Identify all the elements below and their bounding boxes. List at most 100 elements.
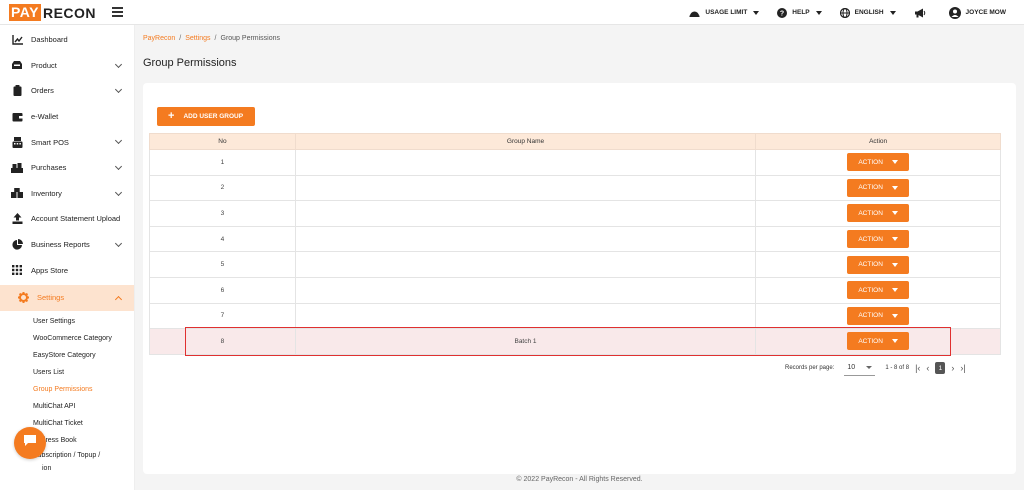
hamburger-menu-icon[interactable] [112, 7, 123, 17]
language-dropdown[interactable]: ENGLISH [839, 7, 896, 18]
table-row: 1 ACTION [149, 149, 1001, 176]
group-permissions-card: + ADD USER GROUP No Group Name Action 1 … [143, 83, 1016, 474]
chevron-down-icon [891, 262, 898, 267]
last-page-icon[interactable]: ›| [960, 363, 965, 373]
chevron-down-icon [891, 237, 898, 242]
pos-icon [11, 136, 23, 148]
action-dropdown-button[interactable]: ACTION [847, 204, 910, 223]
settings-sub-multichat-api[interactable]: MultiChat API [0, 398, 134, 415]
records-per-page-label: Records per page: [785, 365, 835, 371]
chevron-down-icon [891, 160, 898, 165]
settings-sub-easystore-category[interactable]: EasyStore Category [0, 347, 134, 364]
top-bar: PAY RECON USAGE LIMIT ? HELP ENGLISH JOY… [0, 0, 1024, 25]
table-header-row: No Group Name Action [149, 133, 1001, 150]
breadcrumb: PayRecon / Settings / Group Permissions [143, 35, 280, 42]
clipboard-icon [11, 85, 23, 97]
chevron-down-icon [866, 366, 873, 369]
chevron-down-icon [114, 162, 123, 171]
live-chat-button[interactable] [14, 427, 46, 459]
cell-no: 6 [149, 276, 296, 304]
cell-no: 4 [149, 225, 296, 253]
first-page-icon[interactable]: |‹ [915, 363, 920, 373]
previous-page-icon[interactable]: ‹ [926, 363, 929, 373]
settings-sub-users-list[interactable]: Users List [0, 364, 134, 381]
action-dropdown-button[interactable]: ACTION [847, 332, 910, 351]
action-dropdown-button[interactable]: ACTION [847, 153, 910, 172]
sidebar-item-product[interactable]: Product [0, 53, 134, 79]
sidebar-item-orders[interactable]: Orders [0, 78, 134, 104]
sidebar-item-business-reports[interactable]: Business Reports [0, 232, 134, 258]
wallet-icon [11, 111, 23, 123]
table-row: 7 ACTION [149, 302, 1001, 330]
sidebar-item-label: Purchases [31, 163, 67, 173]
cell-group-name [294, 174, 757, 202]
sidebar-item-apps-store[interactable]: Apps Store [0, 257, 134, 283]
pagination: Records per page: 10 1 - 8 of 8 |‹ ‹ 1 ›… [785, 360, 966, 376]
chevron-down-icon [891, 339, 898, 344]
action-dropdown-button[interactable]: ACTION [847, 306, 910, 325]
action-dropdown-button[interactable]: ACTION [847, 178, 910, 197]
boxes-icon [11, 187, 23, 199]
action-label: ACTION [858, 286, 883, 294]
svg-text:?: ? [780, 10, 784, 17]
sidebar-item-dashboard[interactable]: Dashboard [0, 27, 134, 53]
groups-table: No Group Name Action 1 ACTION 2 ACTION 3… [149, 133, 1001, 355]
sidebar-item-label: Inventory [31, 188, 62, 198]
sidebar-item-label: Account Statement Upload [31, 214, 121, 224]
current-page-button[interactable]: 1 [935, 362, 946, 374]
usage-limit-label: USAGE LIMIT [705, 9, 748, 16]
settings-sub-user-settings[interactable]: User Settings [0, 313, 134, 330]
table-row-selected: 8 Batch 1 ACTION [149, 328, 1001, 355]
cell-action: ACTION [755, 302, 1001, 330]
sidebar-item-label: Settings [37, 293, 65, 303]
sidebar-item-label: Product [31, 60, 57, 70]
action-label: ACTION [858, 235, 883, 243]
cell-group-name [294, 302, 757, 330]
sidebar-item-inventory[interactable]: Inventory [0, 181, 134, 207]
sidebar-item-settings[interactable]: Settings [0, 284, 134, 311]
chevron-down-icon [891, 313, 898, 318]
next-page-icon[interactable]: › [951, 363, 954, 373]
cart-icon [11, 162, 23, 174]
add-user-group-label: ADD USER GROUP [183, 113, 244, 120]
breadcrumb-current: Group Permissions [220, 35, 281, 42]
table-row: 3 ACTION [149, 200, 1001, 227]
sidebar: Dashboard Product Orders e-Wallet Smart … [0, 25, 135, 490]
table-row: 4 ACTION [149, 225, 1001, 253]
upload-icon [11, 213, 23, 225]
breadcrumb-parent[interactable]: Settings [185, 35, 210, 42]
settings-sub-subscription-cont[interactable]: ion [0, 463, 134, 475]
add-user-group-button[interactable]: + ADD USER GROUP [157, 107, 255, 126]
cell-no: 7 [149, 302, 296, 330]
sidebar-item-purchases[interactable]: Purchases [0, 155, 134, 181]
speedometer-icon [689, 8, 700, 17]
records-per-page-value: 10 [847, 364, 856, 371]
user-menu[interactable]: JOYCE MOW [948, 6, 1006, 19]
breadcrumb-root[interactable]: PayRecon [143, 35, 175, 42]
action-dropdown-button[interactable]: ACTION [847, 281, 910, 300]
action-dropdown-button[interactable]: ACTION [847, 255, 910, 274]
top-right-menu: USAGE LIMIT ? HELP ENGLISH JOYCE MOW [671, 0, 1006, 25]
help-label: HELP [792, 9, 810, 16]
sidebar-item-smart-pos[interactable]: Smart POS [0, 129, 134, 155]
sidebar-item-account-statement-upload[interactable]: Account Statement Upload [0, 206, 134, 232]
footer-copyright: © 2022 PayRecon - All Rights Reserved. [516, 476, 643, 483]
header-no: No [149, 133, 296, 150]
action-dropdown-button[interactable]: ACTION [847, 230, 910, 249]
action-label: ACTION [858, 209, 883, 217]
action-label: ACTION [858, 158, 883, 166]
chevron-down-icon [114, 188, 123, 196]
cell-group-name: Batch 1 [294, 328, 757, 355]
records-per-page-select[interactable]: 10 [844, 360, 876, 376]
gear-icon [17, 292, 29, 304]
announcement-button[interactable] [914, 8, 931, 18]
chat-bubble-icon [23, 434, 37, 452]
settings-sub-group-permissions[interactable]: Group Permissions [0, 381, 134, 398]
payrecon-logo[interactable]: PAY RECON [9, 4, 96, 21]
cell-action: ACTION [755, 174, 1001, 202]
settings-sub-woocommerce-category[interactable]: WooCommerce Category [0, 330, 134, 347]
usage-limit-dropdown[interactable]: USAGE LIMIT [689, 8, 760, 17]
chevron-down-icon [114, 60, 123, 68]
sidebar-item-ewallet[interactable]: e-Wallet [0, 104, 134, 130]
help-dropdown[interactable]: ? HELP [777, 7, 822, 18]
